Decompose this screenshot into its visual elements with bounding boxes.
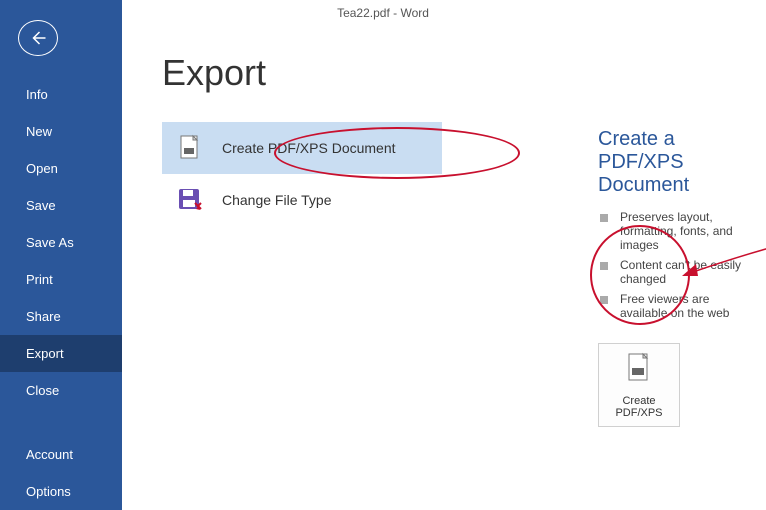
save-as-icon: [174, 184, 206, 216]
sidebar-item-close[interactable]: Close: [0, 372, 122, 409]
bullet-item: Free viewers are available on the web: [598, 289, 754, 323]
option-create-pdf-xps[interactable]: Create PDF/XPS Document: [162, 122, 442, 174]
sidebar-item-info[interactable]: Info: [0, 76, 122, 113]
sidebar-item-new[interactable]: New: [0, 113, 122, 150]
bullet-item: Preserves layout, formatting, fonts, and…: [598, 207, 754, 255]
sidebar-item-print[interactable]: Print: [0, 261, 122, 298]
sidebar-item-options[interactable]: Options: [0, 473, 122, 510]
backstage-sidebar: Info New Open Save Save As Print Share E…: [0, 0, 122, 510]
sidebar-item-account[interactable]: Account: [0, 436, 122, 473]
pdf-page-icon: [174, 132, 206, 164]
detail-bullets: Preserves layout, formatting, fonts, and…: [598, 207, 754, 323]
sidebar-item-save[interactable]: Save: [0, 187, 122, 224]
pdf-page-icon: [625, 352, 653, 389]
sidebar-item-save-as[interactable]: Save As: [0, 224, 122, 261]
sidebar-item-open[interactable]: Open: [0, 150, 122, 187]
option-change-file-type[interactable]: Change File Type: [162, 174, 442, 226]
option-label: Create PDF/XPS Document: [222, 140, 396, 156]
detail-panel: Create a PDF/XPS Document Preserves layo…: [598, 128, 754, 427]
bullet-item: Content can't be easily changed: [598, 255, 754, 289]
create-pdf-xps-button[interactable]: Create PDF/XPS: [598, 343, 680, 427]
button-label-line1: Create: [622, 395, 655, 407]
main-panel: Export Create PDF/XPS Document: [122, 0, 766, 510]
back-button[interactable]: [18, 20, 58, 56]
sidebar-item-share[interactable]: Share: [0, 298, 122, 335]
detail-title: Create a PDF/XPS Document: [598, 128, 754, 197]
button-label-line2: PDF/XPS: [615, 407, 662, 419]
page-title: Export: [162, 52, 766, 94]
sidebar-item-export[interactable]: Export: [0, 335, 122, 372]
export-options-list: Create PDF/XPS Document Change File Type: [162, 122, 442, 226]
option-label: Change File Type: [222, 192, 331, 208]
back-arrow-icon: [29, 29, 47, 47]
